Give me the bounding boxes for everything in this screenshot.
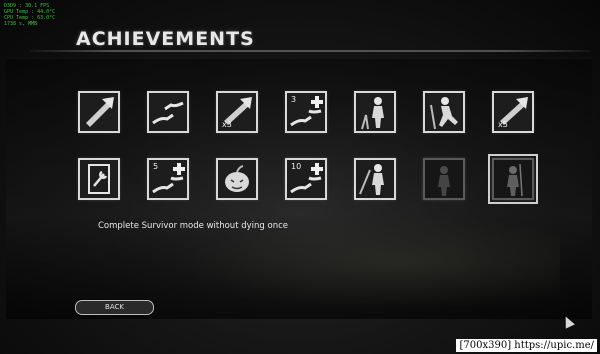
survivor-standing-icon	[361, 97, 384, 130]
achievement-count: x3	[222, 120, 232, 129]
back-button[interactable]: BACK	[75, 300, 154, 315]
achievement-description: Complete Survivor mode without dying onc…	[98, 221, 288, 231]
achievement-tile[interactable]	[78, 158, 120, 200]
achievement-tile[interactable]: 10	[285, 158, 327, 200]
achievement-tile-locked[interactable]	[423, 158, 465, 200]
achievement-tile[interactable]: x5	[492, 91, 534, 133]
hands-handoff-icon	[152, 101, 184, 125]
achievement-tile[interactable]	[78, 91, 120, 133]
axe-icon	[86, 97, 114, 127]
perf-line: 1738 s, MMB	[4, 21, 38, 27]
title-divider	[30, 50, 590, 52]
achievement-tile[interactable]: x3	[216, 91, 258, 133]
survivor-pole-icon	[359, 164, 384, 195]
achievement-tile-selected[interactable]	[488, 154, 538, 204]
survivor-spear-icon	[507, 163, 523, 197]
pumpkin-icon	[225, 165, 249, 192]
achievement-tile[interactable]	[354, 158, 396, 200]
watermark: [700x390] https://upic.me/	[456, 339, 597, 352]
achievement-tile[interactable]	[147, 91, 189, 133]
survivor-silhouette-icon	[438, 166, 450, 196]
page-title: ACHIEVEMENTS	[76, 28, 255, 50]
achievement-tile[interactable]: 5	[147, 158, 189, 200]
survivor-crouching-icon	[430, 97, 458, 130]
performance-overlay: D3D9 : 30.1 FPS GPU Temp : 44.0°C CPU Te…	[4, 3, 55, 27]
achievement-tile[interactable]: 3	[285, 91, 327, 133]
achievement-count: 10	[291, 162, 302, 171]
achievement-count: 5	[153, 162, 159, 171]
achievement-tile[interactable]	[216, 158, 258, 200]
achievement-count: x5	[498, 120, 508, 129]
achievement-tile[interactable]	[423, 91, 465, 133]
achievement-tile[interactable]	[354, 91, 396, 133]
achievement-count: 3	[291, 95, 297, 104]
clipboard-wrench-icon	[88, 164, 110, 194]
